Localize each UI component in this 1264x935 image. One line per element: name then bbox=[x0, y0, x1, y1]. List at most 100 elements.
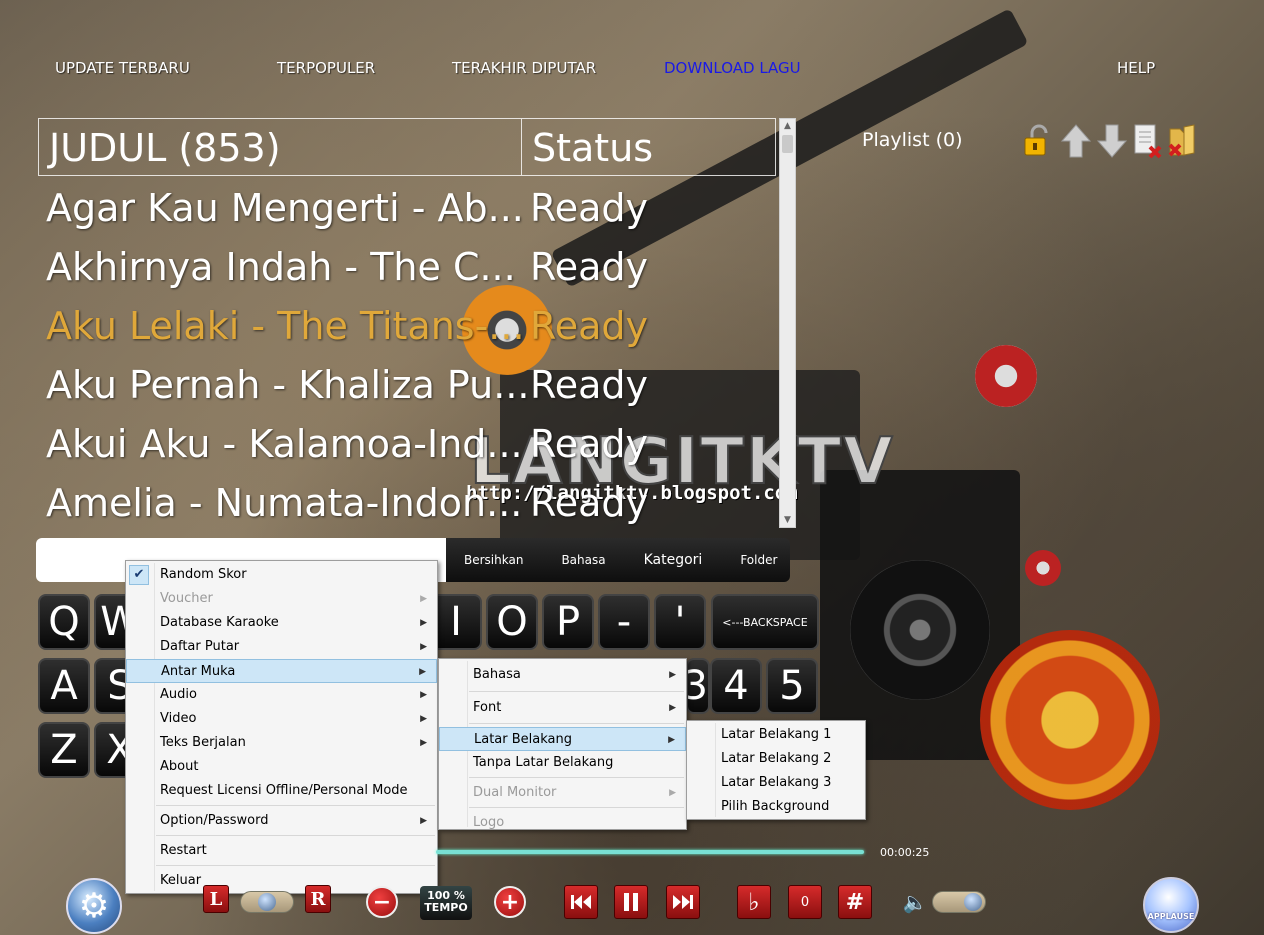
tempo-minus-button[interactable]: − bbox=[366, 886, 398, 918]
menu-item-random-skor[interactable]: ✔ Random Skor bbox=[126, 563, 437, 587]
key-4[interactable]: 4 bbox=[710, 658, 762, 714]
language-button[interactable]: Bahasa bbox=[543, 553, 625, 567]
key-sharp-button[interactable]: # bbox=[838, 885, 872, 919]
next-button[interactable] bbox=[666, 885, 700, 919]
table-row[interactable]: Amelia - Numata-Indon... Ready bbox=[46, 474, 648, 532]
delete-list-icon[interactable] bbox=[1131, 122, 1167, 160]
table-row-selected[interactable]: Aku Lelaki - The Titans-... Ready bbox=[46, 297, 648, 355]
menu-item-label: Video bbox=[160, 711, 197, 726]
key-5[interactable]: 5 bbox=[766, 658, 818, 714]
key-q[interactable]: Q bbox=[38, 594, 90, 650]
menu-item-option-password[interactable]: Option/Password ▶ bbox=[126, 809, 437, 833]
background-ring bbox=[975, 345, 1037, 407]
menu-item-latar-belakang-3[interactable]: Latar Belakang 3 bbox=[687, 771, 865, 795]
key-apostrophe[interactable]: ' bbox=[654, 594, 706, 650]
key-3[interactable]: 3 bbox=[686, 658, 710, 714]
menu-item-about[interactable]: About bbox=[126, 755, 437, 779]
applause-button[interactable]: APPLAUSE bbox=[1143, 877, 1199, 933]
song-status: Ready bbox=[530, 363, 648, 407]
menu-item-video[interactable]: Video ▶ bbox=[126, 707, 437, 731]
menu-item-latar-belakang[interactable]: Latar Belakang ▶ bbox=[439, 727, 686, 751]
balance-left-button[interactable]: L bbox=[203, 885, 229, 913]
nav-terpopuler[interactable]: TERPOPULER bbox=[277, 59, 375, 77]
nav-download-lagu[interactable]: DOWNLOAD LAGU bbox=[664, 59, 801, 77]
table-row[interactable]: Aku Pernah - Khaliza Pu... Ready bbox=[46, 356, 648, 414]
menu-item-bahasa[interactable]: Bahasa ▶ bbox=[439, 661, 686, 689]
submenu-arrow-icon: ▶ bbox=[420, 714, 427, 724]
playback-progress-bar[interactable] bbox=[436, 850, 864, 854]
key-backspace[interactable]: <---BACKSPACE bbox=[711, 594, 819, 650]
menu-item-latar-belakang-2[interactable]: Latar Belakang 2 bbox=[687, 747, 865, 771]
menu-separator bbox=[156, 835, 435, 836]
lock-icon[interactable] bbox=[1020, 122, 1056, 160]
arrow-up-icon[interactable] bbox=[1058, 122, 1094, 160]
menu-item-antar-muka[interactable]: Antar Muka ▶ bbox=[126, 659, 437, 683]
tempo-display: 100 % TEMPO bbox=[420, 886, 472, 920]
scroll-down-icon[interactable]: ▼ bbox=[780, 513, 795, 527]
pause-button[interactable] bbox=[614, 885, 648, 919]
menu-item-label: Audio bbox=[160, 687, 197, 702]
playlist-label: Playlist (0) bbox=[862, 129, 963, 151]
menu-item-tanpa-latar-belakang[interactable]: Tanpa Latar Belakang bbox=[439, 751, 686, 775]
background-ring bbox=[1025, 550, 1061, 586]
gear-icon[interactable]: ⚙ bbox=[66, 878, 122, 934]
menu-item-request-licensi[interactable]: Request Licensi Offline/Personal Mode bbox=[126, 779, 437, 803]
menu-item-daftar-putar[interactable]: Daftar Putar ▶ bbox=[126, 635, 437, 659]
plus-icon: + bbox=[500, 889, 520, 915]
menu-item-database-karaoke[interactable]: Database Karaoke ▶ bbox=[126, 611, 437, 635]
clear-button[interactable]: Bersihkan bbox=[446, 553, 543, 567]
volume-slider[interactable] bbox=[932, 891, 986, 913]
nav-help[interactable]: HELP bbox=[1117, 59, 1155, 77]
menu-item-label: Latar Belakang bbox=[474, 732, 573, 747]
nav-update-terbaru[interactable]: UPDATE TERBARU bbox=[55, 59, 190, 77]
menu-item-latar-belakang-1[interactable]: Latar Belakang 1 bbox=[687, 723, 865, 747]
arrow-down-icon[interactable] bbox=[1094, 122, 1130, 160]
tempo-plus-button[interactable]: + bbox=[494, 886, 526, 918]
nav-terakhir-diputar[interactable]: TERAKHIR DIPUTAR bbox=[452, 59, 596, 77]
key-flat-button[interactable]: ♭ bbox=[737, 885, 771, 919]
key-dash[interactable]: - bbox=[598, 594, 650, 650]
volume-knob[interactable] bbox=[964, 893, 982, 911]
submenu-arrow-icon: ▶ bbox=[668, 735, 675, 745]
column-header-status[interactable]: Status bbox=[522, 119, 663, 175]
song-title: Amelia - Numata-Indon... bbox=[46, 481, 523, 525]
menu-item-restart[interactable]: Restart bbox=[126, 839, 437, 863]
previous-button[interactable] bbox=[564, 885, 598, 919]
song-status: Ready bbox=[530, 422, 648, 466]
delete-folder-icon[interactable] bbox=[1164, 122, 1200, 160]
submenu-arrow-icon: ▶ bbox=[669, 788, 676, 798]
scroll-up-icon[interactable]: ▲ bbox=[780, 119, 795, 133]
song-status: Ready bbox=[530, 186, 648, 230]
menu-item-label: Database Karaoke bbox=[160, 615, 279, 630]
table-row[interactable]: Akhirnya Indah - The C... Ready bbox=[46, 238, 648, 296]
menu-item-audio[interactable]: Audio ▶ bbox=[126, 683, 437, 707]
menu-item-label: About bbox=[160, 759, 199, 774]
submenu-arrow-icon: ▶ bbox=[669, 670, 676, 680]
key-o[interactable]: O bbox=[486, 594, 538, 650]
menu-item-label: Restart bbox=[160, 843, 207, 858]
table-row[interactable]: Agar Kau Mengerti - Ab... Ready bbox=[46, 179, 648, 237]
key-p[interactable]: P bbox=[542, 594, 594, 650]
menu-item-teks-berjalan[interactable]: Teks Berjalan ▶ bbox=[126, 731, 437, 755]
balance-right-button[interactable]: R bbox=[305, 885, 331, 913]
menu-item-label: Pilih Background bbox=[721, 799, 830, 814]
balance-slider[interactable] bbox=[240, 891, 294, 913]
folder-button[interactable]: Folder bbox=[722, 553, 797, 567]
submenu-arrow-icon: ▶ bbox=[420, 618, 427, 628]
menu-item-logo: Logo bbox=[439, 811, 686, 835]
table-row[interactable]: Akui Aku - Kalamoa-Ind... Ready bbox=[46, 415, 648, 473]
category-button[interactable]: Kategori bbox=[626, 552, 723, 568]
balance-knob[interactable] bbox=[258, 893, 276, 911]
menu-separator bbox=[469, 807, 684, 808]
key-z[interactable]: Z bbox=[38, 722, 90, 778]
menu-item-font[interactable]: Font ▶ bbox=[439, 695, 686, 721]
menu-item-pilih-background[interactable]: Pilih Background bbox=[687, 795, 865, 819]
column-header-title[interactable]: JUDUL (853) bbox=[39, 119, 522, 175]
song-list-scrollbar[interactable]: ▲ ▼ bbox=[779, 118, 796, 528]
key-a[interactable]: A bbox=[38, 658, 90, 714]
scroll-thumb[interactable] bbox=[782, 135, 793, 153]
pause-icon bbox=[624, 893, 638, 911]
submenu-arrow-icon: ▶ bbox=[420, 594, 427, 604]
skip-forward-icon bbox=[673, 895, 693, 909]
volume-icon[interactable]: 🔈 bbox=[902, 885, 928, 919]
